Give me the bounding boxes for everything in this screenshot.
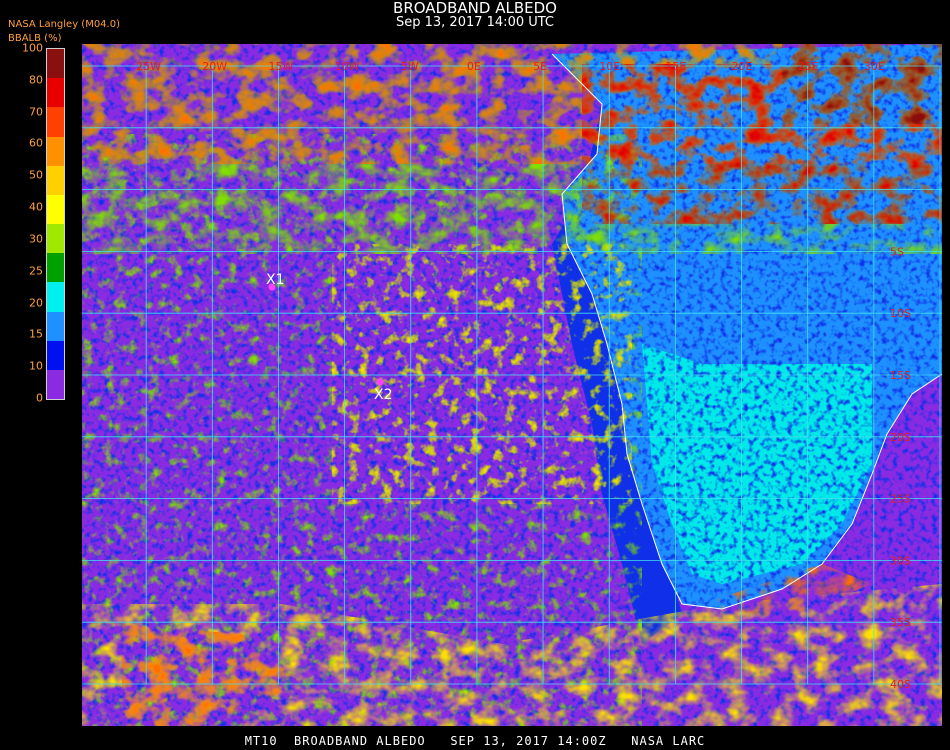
colorbar-tick-label: 20 bbox=[29, 296, 43, 310]
longitude-label: 0E bbox=[467, 60, 481, 73]
latitude-label: 10S bbox=[890, 307, 911, 320]
station-marker-label: X2 bbox=[374, 387, 393, 403]
longitude-label: 5E bbox=[533, 60, 547, 73]
colorbar-tick-label: 30 bbox=[29, 232, 43, 246]
colorbar-segment bbox=[47, 78, 64, 108]
longitude-label: 5W bbox=[401, 60, 419, 73]
latitude-label: 40S bbox=[890, 678, 911, 691]
colorbar-segment bbox=[47, 282, 64, 312]
station-marker bbox=[376, 378, 384, 386]
colorbar-segment bbox=[47, 369, 64, 400]
colorbar bbox=[46, 48, 65, 400]
longitude-label: 15E bbox=[665, 60, 686, 73]
colorbar-segment bbox=[47, 136, 64, 167]
chart-title: BROADBAND ALBEDO bbox=[393, 0, 557, 17]
colorbar-tick-label: 80 bbox=[29, 73, 43, 87]
longitude-label: 10W bbox=[335, 60, 360, 73]
colorbar-segment bbox=[47, 340, 64, 371]
source-label: NASA Langley (M04.0) bbox=[8, 19, 120, 30]
colorbar-tick-label: 50 bbox=[29, 168, 43, 182]
colorbar-tick-label: 100 bbox=[22, 41, 43, 55]
longitude-label: 25W bbox=[136, 60, 161, 73]
colorbar-segment bbox=[47, 311, 64, 342]
station-marker-label: X1 bbox=[266, 272, 285, 288]
albedo-map: 5S 10S 15S 20S 25S 30S 35S 40S 25W 20W 15W 10W 5W 0E 5… bbox=[82, 44, 942, 726]
footer-caption: MT10 BROADBAND ALBEDO SEP 13, 2017 14:00… bbox=[244, 734, 706, 748]
longitude-label: 10E bbox=[599, 60, 620, 73]
colorbar-tick-label: 60 bbox=[29, 136, 43, 150]
latitude-label: 5S bbox=[890, 245, 904, 258]
longitude-label: 20W bbox=[202, 60, 227, 73]
latitude-label: 25S bbox=[890, 493, 911, 506]
colorbar-segment bbox=[47, 224, 64, 254]
longitude-label: 20E bbox=[732, 60, 753, 73]
longitude-label: 30E bbox=[864, 60, 885, 73]
latitude-label: 35S bbox=[890, 616, 911, 629]
latitude-label: 30S bbox=[890, 554, 911, 567]
colorbar-tick-label: 70 bbox=[29, 105, 43, 119]
colorbar-tick-label: 25 bbox=[29, 264, 43, 278]
longitude-label: 25E bbox=[798, 60, 819, 73]
colorbar-segment bbox=[47, 253, 64, 283]
latitude-label: 20S bbox=[890, 431, 911, 444]
colorbar-tick-label: 40 bbox=[29, 200, 43, 214]
colorbar-tick-label: 15 bbox=[29, 327, 43, 341]
colorbar-tick-label: 10 bbox=[29, 359, 43, 373]
chart-subtitle: Sep 13, 2017 14:00 UTC bbox=[395, 15, 555, 30]
colorbar-segment bbox=[47, 165, 64, 196]
longitude-label: 15W bbox=[268, 60, 293, 73]
equatorial-cloud-red bbox=[582, 44, 942, 224]
colorbar-tick-label: 0 bbox=[36, 391, 43, 405]
colorbar-segment bbox=[47, 49, 64, 79]
colorbar-segment bbox=[47, 107, 64, 137]
colorbar-segment bbox=[47, 194, 64, 225]
latitude-label: 15S bbox=[890, 369, 911, 382]
